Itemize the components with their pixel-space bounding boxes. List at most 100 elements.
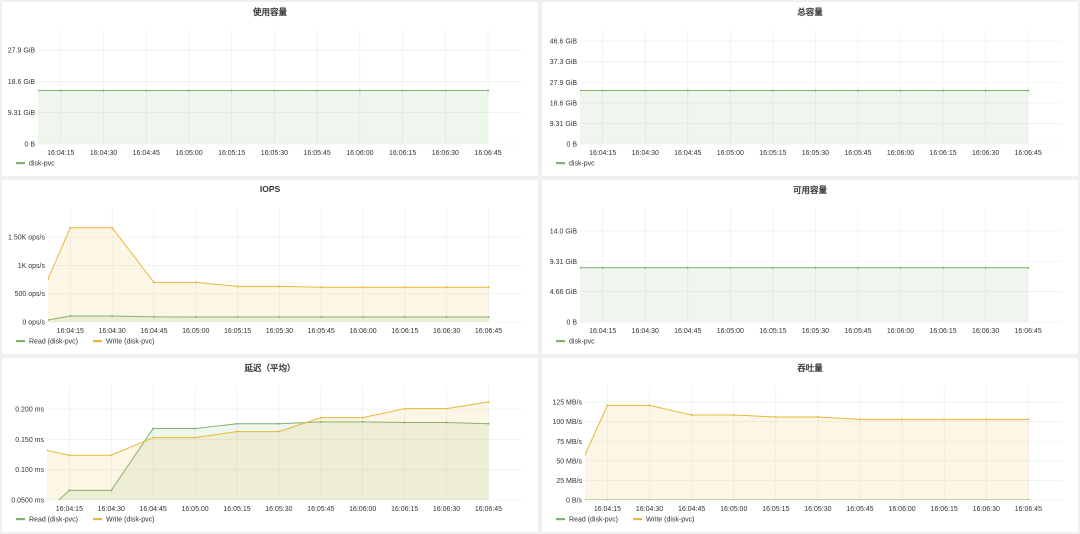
- panel-iops[interactable]: IOPS 0 ops/s 500 ops/s 1K ops/s 1.50K ops/s…: [2, 180, 538, 354]
- legend-swatch: [16, 162, 25, 165]
- y-tick-label: 500 ops/s: [15, 291, 46, 298]
- plot-area: [580, 266, 1030, 322]
- legend-label[interactable]: Read (disk-pvc): [29, 517, 78, 524]
- legend-label[interactable]: disk-pvc: [569, 161, 595, 168]
- data-point: [858, 418, 861, 421]
- x-tick-label: 16:05:30: [265, 506, 292, 513]
- x-tick-label: 16:05:45: [308, 328, 335, 335]
- x-tick-label: 16:04:30: [90, 150, 117, 157]
- x-tick-label: 16:04:45: [674, 328, 701, 335]
- legend-label[interactable]: Write (disk-pvc): [106, 339, 154, 346]
- x-tick-label: 16:04:15: [589, 328, 616, 335]
- data-point: [362, 286, 365, 289]
- x-tick-label: 16:06:15: [391, 506, 418, 513]
- data-point: [856, 266, 859, 269]
- x-tick-label: 16:04:15: [47, 150, 74, 157]
- x-tick-label: 16:04:15: [594, 506, 621, 513]
- legend-label[interactable]: Write (disk-pvc): [646, 517, 694, 524]
- x-tick-label: 16:06:00: [887, 328, 914, 335]
- y-tick-label: 4.66 GiB: [550, 289, 578, 296]
- chart-svg: 0 B 4.66 GiB 9.31 GiB 14.0 GiB 16:04:15 16:04…: [550, 208, 1062, 346]
- legend-label[interactable]: Read (disk-pvc): [569, 517, 618, 524]
- y-tick-label: 0.200 ms: [15, 407, 44, 414]
- data-point: [985, 418, 988, 421]
- y-tick-label: 18.6 GiB: [8, 79, 36, 86]
- x-tick-label: 16:05:45: [844, 328, 871, 335]
- x-tick-label: 16:05:15: [223, 506, 250, 513]
- y-tick-label: 0 B/s: [566, 498, 582, 505]
- data-point: [111, 226, 114, 229]
- data-point: [401, 89, 404, 92]
- series-area-1: [48, 227, 489, 322]
- x-tick-label: 16:06:45: [1015, 506, 1042, 513]
- data-point: [856, 89, 859, 92]
- data-point: [235, 430, 238, 433]
- x-tick-label: 16:05:00: [175, 150, 202, 157]
- legend-label[interactable]: disk-pvc: [569, 339, 595, 346]
- x-tick-label: 16:05:30: [261, 150, 288, 157]
- data-point: [319, 416, 322, 419]
- series-area-0: [38, 90, 489, 144]
- x-tick-label: 16:06:30: [433, 328, 460, 335]
- data-point: [277, 422, 280, 425]
- data-point: [445, 407, 448, 410]
- data-point: [601, 89, 604, 92]
- legend-label[interactable]: disk-pvc: [29, 161, 55, 168]
- data-point: [320, 286, 323, 289]
- y-tick-label: 0.100 ms: [15, 467, 44, 474]
- data-point: [110, 454, 113, 457]
- panel-available-capacity[interactable]: 可用容量 0 B 4.66 GiB 9.31 GiB 14.0 GiB 16:04:15…: [542, 180, 1078, 354]
- data-point: [580, 266, 581, 269]
- y-tick-label: 0 B: [566, 142, 577, 149]
- data-point: [361, 416, 364, 419]
- data-point: [194, 427, 197, 430]
- x-tick-label: 16:06:00: [887, 150, 914, 157]
- x-tick-label: 16:04:45: [140, 506, 167, 513]
- y-tick-label: 18.6 GiB: [550, 100, 578, 107]
- legend-label[interactable]: Write (disk-pvc): [106, 517, 154, 524]
- data-point: [816, 415, 819, 418]
- x-tick-label: 16:06:00: [346, 150, 373, 157]
- data-point: [690, 414, 693, 417]
- x-tick-label: 16:04:45: [140, 328, 167, 335]
- data-point: [984, 89, 987, 92]
- data-point: [943, 418, 946, 421]
- legend-label[interactable]: Read (disk-pvc): [29, 339, 78, 346]
- dashboard-grid: 使用容量 0 B 9.31 GiB 18.6 GiB 27.9 GiB 16:04:15…: [0, 0, 1080, 534]
- x-tick-label: 16:06:45: [474, 150, 501, 157]
- data-point: [444, 89, 447, 92]
- x-tick-label: 16:05:00: [720, 506, 747, 513]
- data-point: [445, 286, 448, 289]
- data-point: [278, 285, 281, 288]
- data-point: [487, 286, 490, 289]
- data-point: [68, 454, 71, 457]
- data-point: [644, 89, 647, 92]
- data-point: [236, 285, 239, 288]
- x-tick-label: 16:04:45: [678, 506, 705, 513]
- plot-area: [46, 400, 490, 512]
- x-tick-label: 16:05:30: [802, 150, 829, 157]
- data-point: [686, 266, 689, 269]
- panel-used-capacity[interactable]: 使用容量 0 B 9.31 GiB 18.6 GiB 27.9 GiB 16:04:15…: [2, 2, 538, 176]
- y-tick-label: 0 B: [24, 142, 35, 149]
- data-point: [187, 89, 190, 92]
- panel-total-capacity[interactable]: 总容量 0 B 9.31 GiB 18.6 GiB 27.9 GiB 37.3 GiB 4…: [542, 2, 1078, 176]
- y-tick-label: 1K ops/s: [18, 263, 46, 270]
- data-point: [984, 266, 987, 269]
- panel-latency[interactable]: 延迟（平均） 0.0500 ms 0.100 ms 0.150 ms 0.200 ms…: [2, 358, 538, 532]
- x-tick-label: 16:05:30: [804, 506, 831, 513]
- y-tick-label: 25 MB/s: [556, 478, 582, 485]
- y-tick-label: 0 ops/s: [22, 320, 45, 327]
- data-point: [152, 427, 155, 430]
- y-tick-label: 27.9 GiB: [550, 80, 578, 87]
- data-point: [46, 510, 48, 512]
- data-point: [899, 266, 902, 269]
- data-point: [277, 430, 280, 433]
- x-tick-label: 16:05:45: [307, 506, 334, 513]
- x-tick-label: 16:05:45: [844, 150, 871, 157]
- data-point: [47, 449, 48, 452]
- data-point: [194, 436, 197, 439]
- panel-throughput[interactable]: 吞吐量 0 B/s 25 MB/s 50 MB/s 75 MB/s 100 MB/s 12…: [542, 358, 1078, 532]
- y-tick-label: 100 MB/s: [552, 419, 582, 426]
- legend-swatch: [16, 518, 25, 521]
